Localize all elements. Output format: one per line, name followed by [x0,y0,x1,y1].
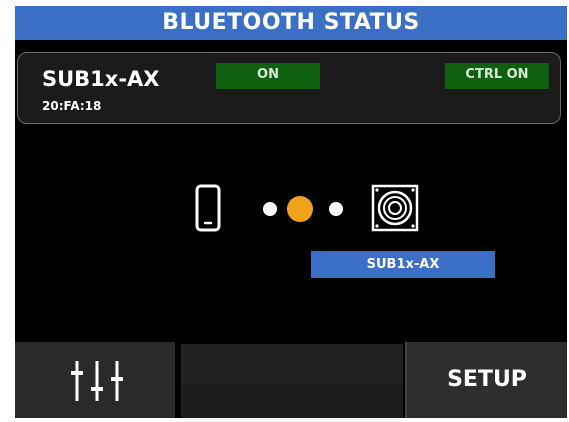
bluetooth-status-screen: BLUETOOTH STATUS SUB1x-AX 20:FA:18 ON CT… [15,6,567,418]
mixer-faders-icon [71,361,123,401]
page-title: BLUETOOTH STATUS [15,6,567,40]
empty-button-slot-lower [181,384,403,418]
connection-dot-left [263,202,277,216]
device-name: SUB1x-AX [42,67,160,91]
connection-dot-active [287,196,313,222]
bottom-button-bar: SETUP [15,342,567,418]
device-info-panel: SUB1x-AX 20:FA:18 ON CTRL ON [17,52,561,124]
phone-icon [195,184,221,232]
connection-indicator: SUB1x-AX [15,176,567,296]
control-on-badge: CTRL ON [445,63,549,89]
device-address: 20:FA:18 [42,99,102,113]
bluetooth-on-badge: ON [216,63,320,89]
connection-dot-right [329,202,343,216]
speaker-icon [371,184,419,232]
target-device-label: SUB1x-AX [311,251,495,278]
empty-button-slot [181,344,403,418]
setup-button[interactable]: SETUP [405,342,567,418]
mixer-button[interactable] [15,342,177,418]
